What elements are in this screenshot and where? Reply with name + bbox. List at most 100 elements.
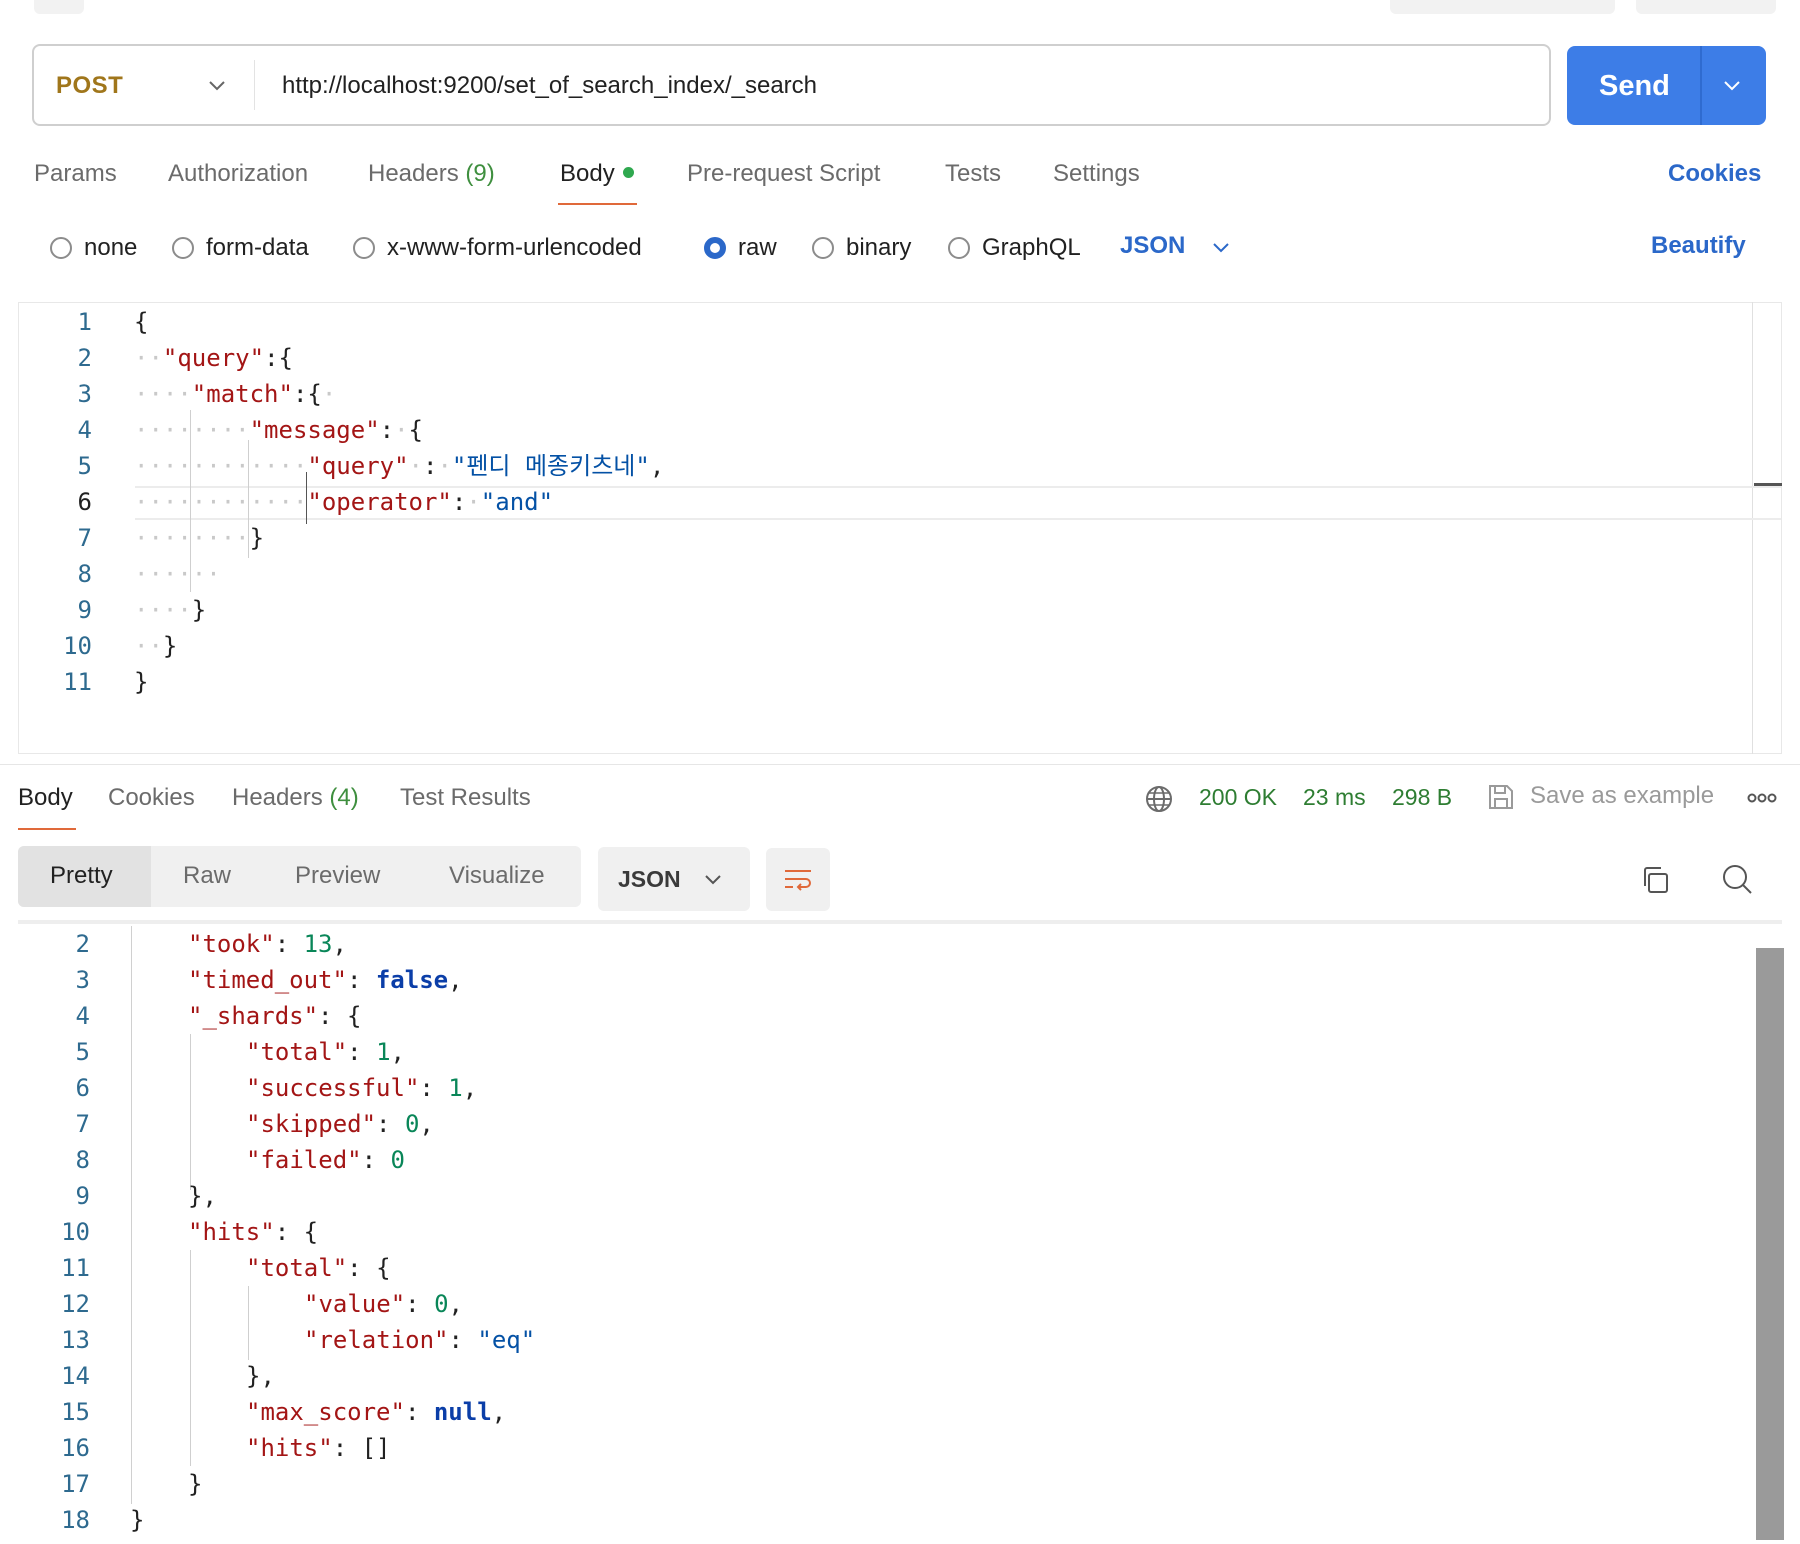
code-line: ······ [134, 556, 221, 592]
line-number: 11 [63, 668, 92, 696]
line-number: 12 [61, 1290, 90, 1318]
code-line: "_shards": { [188, 998, 361, 1034]
radio-none[interactable]: none [50, 233, 137, 263]
response-tab-cookies[interactable]: Cookies [108, 784, 195, 812]
chevron-down-icon[interactable] [1719, 72, 1745, 98]
chevron-down-icon[interactable] [700, 866, 726, 892]
tok: { [346, 1002, 362, 1030]
chevron-down-icon[interactable] [204, 72, 230, 98]
view-pretty[interactable]: Pretty [50, 862, 113, 890]
wrap-lines-icon [785, 870, 811, 891]
tok: 1 [448, 1074, 463, 1102]
indent-guide [190, 1034, 191, 1190]
radio-none-label: none [84, 234, 138, 261]
search-icon[interactable] [1720, 862, 1754, 896]
tok: "max_score" [246, 1398, 405, 1426]
response-tab-body[interactable]: Body [18, 784, 73, 812]
view-preview[interactable]: Preview [295, 862, 380, 890]
request-url-bar: POST http://localhost:9200/set_of_search… [32, 44, 1551, 126]
response-tab-test-results[interactable]: Test Results [400, 784, 531, 812]
copy-icon[interactable] [1640, 864, 1672, 896]
code-line: { [134, 304, 148, 340]
tok: : [318, 1002, 347, 1030]
code-line: "hits": { [188, 1214, 318, 1250]
tok: : [423, 452, 438, 480]
radio-circle [353, 237, 375, 259]
save-icon[interactable] [1486, 782, 1516, 812]
code-line: }, [246, 1358, 275, 1394]
chevron-down-icon[interactable] [1208, 234, 1234, 260]
tok: , [649, 452, 665, 480]
url-input[interactable]: http://localhost:9200/set_of_search_inde… [282, 72, 817, 100]
tok: "value" [304, 1290, 406, 1318]
save-as-example-button[interactable]: Save as example [1530, 782, 1714, 810]
tok: : [405, 1290, 435, 1318]
wrap-lines-button[interactable] [766, 848, 830, 911]
ws: ········ [134, 524, 250, 552]
tok: } [162, 632, 178, 660]
code-line: "successful": 1, [246, 1070, 477, 1106]
view-visualize[interactable]: Visualize [449, 862, 545, 890]
code-line: ············"query"·:·"펜디 메종키츠네", [134, 448, 664, 484]
send-divider [1700, 46, 1702, 125]
tok: : [347, 1254, 377, 1282]
tab-params[interactable]: Params [34, 160, 117, 188]
radio-raw[interactable]: raw [704, 233, 777, 263]
send-label: Send [1599, 70, 1670, 102]
response-tab-headers-count: (4) [329, 784, 359, 811]
tok: [] [361, 1434, 391, 1462]
tab-tests[interactable]: Tests [945, 160, 1001, 188]
tok: "skipped" [246, 1110, 377, 1138]
response-size[interactable]: 298 B [1392, 784, 1452, 811]
tab-settings[interactable]: Settings [1053, 160, 1140, 188]
more-horizontal-icon[interactable] [1747, 790, 1777, 806]
line-number: 5 [77, 452, 92, 480]
tok: : [376, 1110, 405, 1138]
line-number: 13 [61, 1326, 90, 1354]
tok: : [274, 1218, 304, 1246]
response-time[interactable]: 23 ms [1303, 784, 1366, 811]
radio-form-data[interactable]: form-data [172, 233, 309, 263]
tok: , [332, 930, 347, 958]
tok: : [347, 1038, 377, 1066]
code-line: ··} [134, 628, 177, 664]
view-raw[interactable]: Raw [183, 862, 231, 890]
tok: "펜디 메종키츠네" [451, 452, 650, 480]
tok: { [278, 344, 293, 372]
tok: } [134, 668, 149, 696]
tok: }, [246, 1362, 275, 1390]
line-number: 7 [77, 524, 92, 552]
editor-scrollbar[interactable] [1752, 302, 1753, 754]
radio-circle [172, 237, 194, 259]
globe-icon[interactable] [1144, 784, 1174, 814]
top-toolbar-remnant [1390, 0, 1615, 14]
response-tab-headers[interactable]: Headers (4) [232, 784, 359, 812]
line-number: 6 [75, 1074, 90, 1102]
tok: { [376, 1254, 391, 1282]
response-scrollbar[interactable] [1756, 948, 1784, 1540]
body-format-select[interactable]: JSON [1120, 232, 1185, 260]
send-button[interactable]: Send [1567, 46, 1766, 125]
line-number: 1 [77, 308, 92, 336]
radio-binary[interactable]: binary [812, 233, 911, 263]
radio-graphql[interactable]: GraphQL [948, 233, 1081, 263]
tok: : [419, 1074, 449, 1102]
tok: 0 [390, 1146, 405, 1174]
tab-body[interactable]: Body [560, 160, 634, 188]
radio-circle-checked [704, 237, 726, 259]
cookies-link[interactable]: Cookies [1668, 160, 1761, 188]
tab-headers[interactable]: Headers (9) [368, 160, 495, 188]
line-number: 9 [77, 596, 92, 624]
tok: , [462, 1074, 478, 1102]
line-number: 10 [63, 632, 92, 660]
radio-urlencoded[interactable]: x-www-form-urlencoded [353, 233, 642, 263]
beautify-button[interactable]: Beautify [1651, 232, 1746, 260]
tok: "timed_out" [188, 966, 347, 994]
method-select[interactable]: POST [56, 72, 123, 100]
tab-prerequest-script[interactable]: Pre-request Script [687, 160, 880, 188]
code-line: }, [188, 1178, 217, 1214]
tab-authorization[interactable]: Authorization [168, 160, 308, 188]
status-code[interactable]: 200 OK [1199, 784, 1277, 811]
radio-circle [948, 237, 970, 259]
code-line: ············"operator":·"and" [134, 484, 553, 520]
